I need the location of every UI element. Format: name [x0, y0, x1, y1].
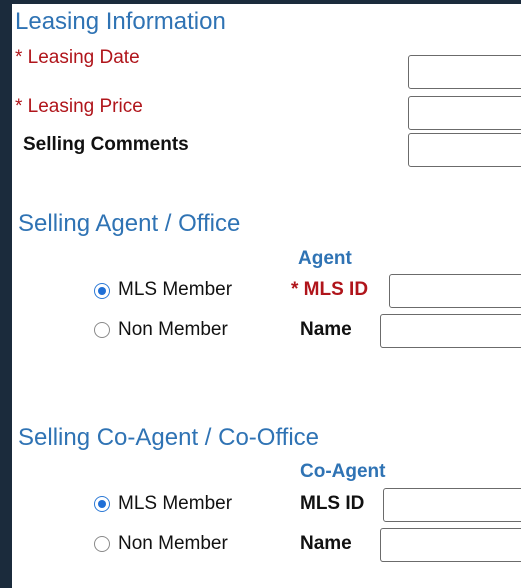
selling-comments-label: Selling Comments — [23, 134, 189, 155]
co-agent-name-label: Name — [300, 533, 352, 554]
co-agent-column-label: Co-Agent — [300, 461, 386, 482]
leasing-date-input[interactable] — [408, 55, 521, 89]
section-title-selling-co-agent: Selling Co-Agent / Co-Office — [18, 424, 320, 451]
agent-mls-member-radio[interactable] — [94, 283, 110, 299]
agent-column-label: Agent — [298, 248, 352, 269]
agent-mls-id-label: * MLS ID — [291, 279, 369, 300]
co-agent-name-input[interactable] — [380, 528, 521, 562]
leasing-date-label: * Leasing Date — [15, 47, 140, 68]
agent-mls-member-label: MLS Member — [118, 279, 233, 300]
co-agent-non-member-radio[interactable] — [94, 536, 110, 552]
agent-mls-id-input[interactable] — [389, 274, 521, 308]
section-title-leasing-information: Leasing Information — [15, 8, 226, 35]
agent-non-member-radio[interactable] — [94, 322, 110, 338]
co-agent-mls-id-input[interactable] — [383, 488, 521, 522]
agent-non-member-label: Non Member — [118, 319, 228, 340]
selling-comments-input[interactable] — [408, 133, 521, 167]
co-agent-mls-member-radio[interactable] — [94, 496, 110, 512]
form-panel: Leasing Information * Leasing Date * Lea… — [12, 4, 521, 588]
leasing-price-label: * Leasing Price — [15, 96, 143, 117]
section-title-selling-agent: Selling Agent / Office — [18, 210, 241, 237]
leasing-price-input[interactable] — [408, 96, 521, 130]
co-agent-mls-id-label: MLS ID — [300, 493, 365, 514]
co-agent-non-member-label: Non Member — [118, 533, 228, 554]
agent-name-input[interactable] — [380, 314, 521, 348]
co-agent-mls-member-label: MLS Member — [118, 493, 233, 514]
agent-name-label: Name — [300, 319, 352, 340]
